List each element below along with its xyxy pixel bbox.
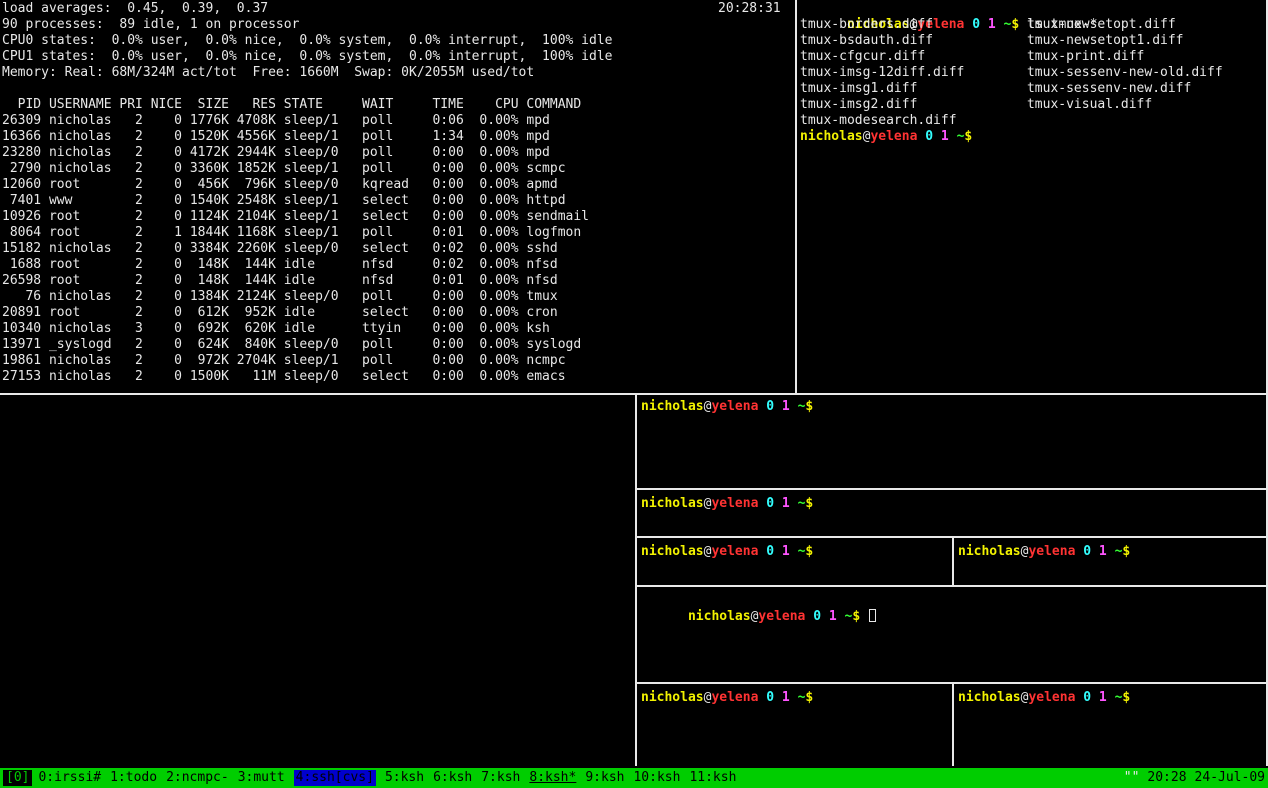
top-clock: 20:28:31 [718,1,781,17]
prompt-num1: 1 [1099,544,1107,559]
session-indicator[interactable]: [0] [3,770,32,786]
prompt-host: yelena [711,544,758,559]
prompt-pane-c1[interactable]: nicholas@yelena 0 1 ~$ [641,544,813,560]
window-item[interactable]: 5:ksh [385,770,424,786]
terminal-screen: load averages: 0.45, 0.39, 0.37 90 proce… [0,0,1268,788]
window-item[interactable]: 3:mutt [238,770,285,786]
prompt-num0: 0 [925,129,933,144]
prompt-num0: 0 [1083,544,1091,559]
prompt-host: yelena [1028,690,1075,705]
pane-border-v-row1[interactable] [952,538,954,585]
prompt-symbol: $ [1122,544,1130,559]
window-list: 0:irssi# 1:todo 2:ncmpc- 3:mutt 4:ssh[cvs] 5:… [38,770,736,786]
prompt-topright-2: nicholas@yelena 0 1 ~$ [800,129,972,145]
prompt-num0: 0 [813,609,821,624]
window-item[interactable]: 9:ksh [585,770,624,786]
pane-shell-topright[interactable]: nicholas@yelena 0 1 ~$ls tmux-* tmux-bor… [797,0,1266,393]
prompt-pane-e1[interactable]: nicholas@yelena 0 1 ~$ [641,690,813,706]
prompt-symbol: $ [805,496,813,511]
prompt-user: nicholas [688,609,751,624]
window-item[interactable]: 4:ssh[cvs] [294,770,376,786]
prompt-host: yelena [711,399,758,414]
prompt-num0: 0 [766,496,774,511]
pane-border-vertical-top[interactable] [795,0,797,393]
prompt-user: nicholas [958,544,1021,559]
status-title: "" [1124,770,1140,786]
prompt-symbol: $ [805,544,813,559]
prompt-host: yelena [711,496,758,511]
prompt-user: nicholas [958,690,1021,705]
prompt-host: yelena [870,129,917,144]
status-bar: [0] 0:irssi# 1:todo 2:ncmpc- 3:mutt 4:ssh[cv… [0,768,1268,788]
window-item[interactable]: 8:ksh* [529,770,576,786]
pane-system-monitor[interactable]: load averages: 0.45, 0.39, 0.37 90 proce… [0,0,795,393]
prompt-pane-d: nicholas@yelena 0 1 ~$ [688,609,860,624]
prompt-pane-e2[interactable]: nicholas@yelena 0 1 ~$ [958,690,1130,706]
top-info: load averages: 0.45, 0.39, 0.37 90 proce… [2,1,612,81]
status-clock: 20:28 [1147,770,1186,786]
window-item[interactable]: 11:ksh [689,770,736,786]
window-item[interactable]: 0:irssi# [38,770,101,786]
prompt-symbol: $ [805,399,813,414]
prompt-symbol: $ [805,690,813,705]
status-right: "" 20:28 24-Jul-09 [1124,770,1265,786]
pane-emacs[interactable]: -client_msg_fn_detach(struct hdr *hdr, s… [0,395,635,766]
prompt-num1: 1 [782,399,790,414]
active-pane-prompt-line[interactable]: nicholas@yelena 0 1 ~$ [641,593,876,641]
prompt-pane-b[interactable]: nicholas@yelena 0 1 ~$ [641,496,813,512]
prompt-pane-c2[interactable]: nicholas@yelena 0 1 ~$ [958,544,1130,560]
window-item[interactable]: 10:ksh [633,770,680,786]
prompt-num0: 0 [766,690,774,705]
status-date: 24-Jul-09 [1195,770,1265,786]
prompt-user: nicholas [641,496,704,511]
prompt-num1: 1 [829,609,837,624]
prompt-num0: 0 [766,544,774,559]
prompt-num1: 1 [1099,690,1107,705]
prompt-symbol: $ [964,129,972,144]
prompt-user: nicholas [641,690,704,705]
file-listing: tmux-borders.diff tmux-newsetopt.diff tm… [800,17,1223,129]
prompt-symbol: $ [1122,690,1130,705]
prompt-host: yelena [758,609,805,624]
prompt-user: nicholas [641,399,704,414]
prompt-symbol: $ [852,609,860,624]
process-table-header: PID USERNAME PRI NICE SIZE RES STATE WAI… [2,97,581,113]
prompt-user: nicholas [641,544,704,559]
process-table-rows: 26309 nicholas 2 0 1776K 4708K sleep/1 p… [2,113,589,385]
window-item[interactable]: 6:ksh [433,770,472,786]
prompt-num0: 0 [766,399,774,414]
prompt-num1: 1 [782,544,790,559]
prompt-host: yelena [1028,544,1075,559]
pane-border-v-row2[interactable] [952,684,954,766]
pane-border-h1[interactable] [637,488,1268,490]
prompt-num1: 1 [782,496,790,511]
window-item[interactable]: 1:todo [110,770,157,786]
prompt-num0: 0 [1083,690,1091,705]
prompt-num1: 1 [782,690,790,705]
prompt-pane-a[interactable]: nicholas@yelena 0 1 ~$ [641,399,813,415]
pane-border-horizontal-main[interactable] [0,393,1268,395]
prompt-host: yelena [711,690,758,705]
pane-border-h3[interactable] [637,585,1268,587]
terminal-cursor [869,609,876,622]
window-item[interactable]: 7:ksh [481,770,520,786]
window-item[interactable]: 2:ncmpc- [166,770,229,786]
pane-border-vertical-bottom[interactable] [635,395,637,766]
prompt-num1: 1 [941,129,949,144]
prompt-user: nicholas [800,129,863,144]
